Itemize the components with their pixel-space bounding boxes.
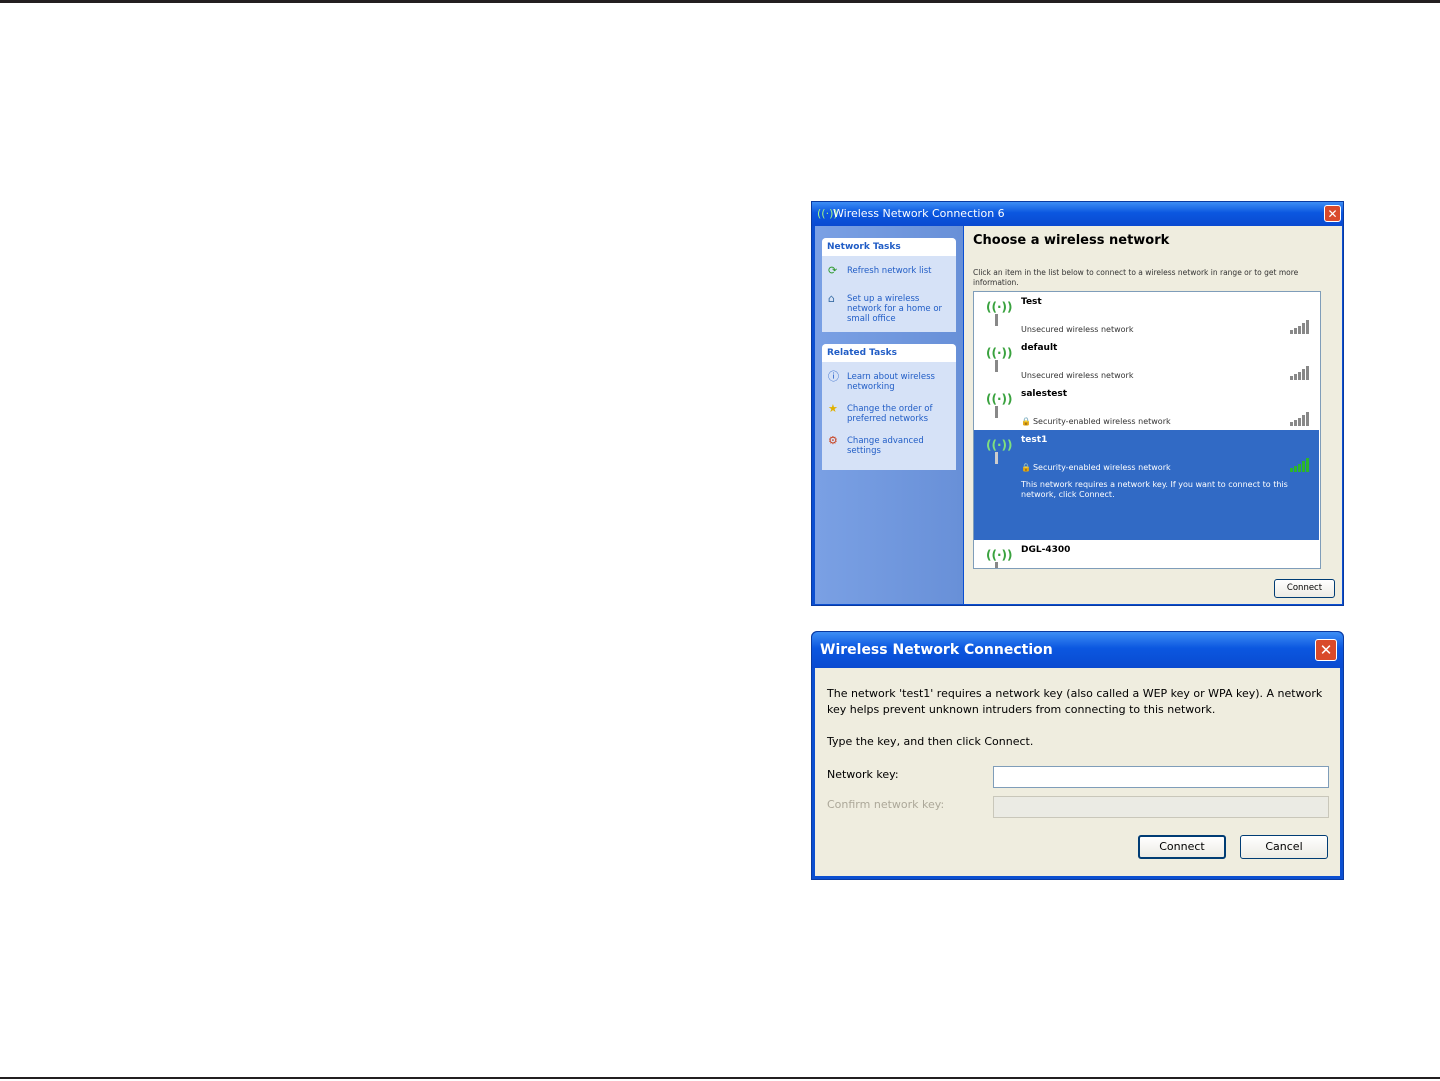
network-status: Unsecured wireless network — [1021, 371, 1134, 380]
task-sidebar: Network Tasks ⟳ Refresh network list ⌂ S… — [815, 226, 963, 604]
dialog-titlebar[interactable]: Wireless Network Connection ✕ — [812, 632, 1343, 668]
network-key-field[interactable] — [993, 766, 1329, 788]
window-title: Wireless Network Connection 6 — [833, 207, 1005, 220]
network-list: ((·)) Test Unsecured wireless network ((… — [973, 291, 1321, 569]
task-label: Change advanced settings — [847, 436, 924, 456]
related-tasks-heading[interactable]: Related Tasks — [822, 344, 956, 362]
network-status: Security-enabled wireless network — [1032, 417, 1171, 426]
antenna-mast — [995, 406, 998, 418]
scroll-up-icon[interactable]: ▲ — [1320, 292, 1321, 304]
network-tasks-heading[interactable]: Network Tasks — [822, 238, 956, 256]
refresh-icon: ⟳ — [828, 264, 838, 277]
connect-button-label: Connect — [1286, 583, 1323, 593]
setup-network-icon: ⌂ — [828, 292, 835, 305]
dialog-close-button[interactable]: ✕ — [1315, 639, 1337, 661]
connect-button-label: Connect — [1159, 840, 1205, 853]
connect-button[interactable]: Connect — [1274, 579, 1335, 598]
network-item-dgl-4300[interactable]: ((·)) DGL-4300 — [974, 540, 1319, 568]
network-key-label: Network key: — [827, 768, 899, 781]
star-icon: ★ — [828, 402, 838, 415]
task-setup-network[interactable]: ⌂ Set up a wireless network for a home o… — [822, 292, 956, 324]
wireless-antenna-icon: ((·)) — [986, 300, 1013, 314]
page-top-rule — [0, 0, 1440, 3]
related-tasks-panel: Related Tasks ⓘ Learn about wireless net… — [822, 344, 956, 470]
settings-icon: ⚙ — [828, 434, 838, 447]
network-tasks-panel: Network Tasks ⟳ Refresh network list ⌂ S… — [822, 238, 956, 332]
task-label: Set up a wireless network for a home or … — [847, 294, 943, 324]
dialog-connect-button[interactable]: Connect — [1138, 835, 1226, 859]
network-name: Test — [1021, 297, 1042, 307]
network-key-dialog: Wireless Network Connection ✕ The networ… — [811, 631, 1344, 880]
network-status: Unsecured wireless network — [1021, 325, 1134, 334]
signal-strength-icon — [1290, 412, 1309, 426]
network-list-scrollbar[interactable]: ▲ ▼ — [1320, 292, 1321, 568]
network-name: test1 — [1021, 435, 1048, 445]
network-name: DGL-4300 — [1021, 545, 1071, 555]
network-status: Security-enabled wireless network — [1032, 463, 1171, 472]
signal-strength-icon — [1290, 320, 1309, 334]
network-item-default[interactable]: ((·)) default Unsecured wireless network — [974, 338, 1319, 384]
task-label: Learn about wireless networking — [847, 372, 935, 392]
confirm-key-field — [993, 796, 1329, 818]
wireless-network-window: ((·)) Wireless Network Connection 6 ✕ Ne… — [811, 201, 1344, 606]
dialog-title: Wireless Network Connection — [820, 642, 1053, 658]
network-message: This network requires a network key. If … — [1021, 480, 1288, 499]
wireless-antenna-icon: ((·)) — [986, 548, 1013, 562]
wireless-antenna-icon: ((·)) — [986, 438, 1013, 452]
page-title: Choose a wireless network — [973, 233, 1170, 248]
dialog-message: The network 'test1' requires a network k… — [827, 687, 1323, 716]
scroll-down-icon[interactable]: ▼ — [1320, 556, 1321, 568]
task-learn-wireless[interactable]: ⓘ Learn about wireless networking — [822, 370, 956, 392]
wireless-antenna-icon: ((·)) — [986, 346, 1013, 360]
signal-strength-icon — [1290, 366, 1309, 380]
lock-icon: 🔒 — [1021, 463, 1031, 472]
network-status-row: 🔒 Security-enabled wireless network — [1021, 463, 1171, 472]
signal-strength-icon — [1290, 458, 1309, 472]
network-name: default — [1021, 343, 1058, 353]
lock-icon: 🔒 — [1021, 417, 1031, 426]
window-titlebar[interactable]: ((·)) Wireless Network Connection 6 ✕ — [812, 202, 1343, 226]
task-refresh-network-list[interactable]: ⟳ Refresh network list — [822, 264, 956, 277]
antenna-mast — [995, 360, 998, 372]
info-icon: ⓘ — [828, 370, 839, 383]
dialog-body: The network 'test1' requires a network k… — [815, 668, 1340, 876]
cancel-button-label: Cancel — [1265, 840, 1303, 853]
task-label: Refresh network list — [847, 266, 932, 276]
confirm-key-label: Confirm network key: — [827, 798, 945, 811]
network-item-salestest[interactable]: ((·)) salestest 🔒 Security-enabled wirele… — [974, 384, 1319, 430]
network-main-panel: Choose a wireless network Click an item … — [964, 226, 1342, 604]
network-item-test1-selected[interactable]: ((·)) test1 🔒 Security-enabled wireless n… — [974, 430, 1319, 540]
close-icon: ✕ — [1327, 207, 1338, 221]
network-status-row: 🔒 Security-enabled wireless network — [1021, 417, 1171, 426]
task-change-order[interactable]: ★ Change the order of preferred networks — [822, 402, 956, 424]
close-icon: ✕ — [1319, 641, 1333, 659]
network-item-test[interactable]: ((·)) Test Unsecured wireless network — [974, 292, 1319, 338]
antenna-mast — [995, 314, 998, 326]
page-bottom-rule — [0, 1077, 1440, 1079]
dialog-instruction: Type the key, and then click Connect. — [827, 735, 1034, 748]
wireless-antenna-icon: ((·)) — [986, 392, 1013, 406]
task-advanced-settings[interactable]: ⚙ Change advanced settings — [822, 434, 956, 456]
instruction-text: Click an item in the list below to conne… — [973, 268, 1299, 287]
antenna-mast — [995, 562, 998, 568]
antenna-mast — [995, 452, 998, 464]
close-button[interactable]: ✕ — [1324, 205, 1341, 222]
dialog-cancel-button[interactable]: Cancel — [1240, 835, 1328, 859]
task-label: Change the order of preferred networks — [847, 404, 933, 424]
network-name: salestest — [1021, 389, 1068, 399]
